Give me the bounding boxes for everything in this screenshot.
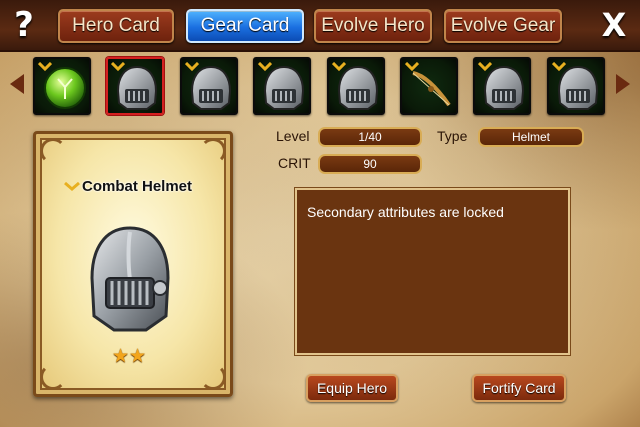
card-corner-ornament bbox=[200, 364, 226, 390]
crit-label: CRIT bbox=[278, 155, 311, 171]
chevron-icon bbox=[64, 182, 80, 192]
star-icon: ★ bbox=[112, 346, 130, 367]
gear-slot[interactable] bbox=[180, 57, 238, 115]
chevron-icon bbox=[38, 62, 52, 72]
star-rating: ★★ bbox=[112, 347, 146, 367]
tab-evolve-hero[interactable]: Evolve Hero bbox=[314, 9, 432, 43]
tab-evolve-gear[interactable]: Evolve Gear bbox=[444, 9, 562, 43]
scroll-right-arrow-icon[interactable] bbox=[616, 74, 630, 94]
type-value: Helmet bbox=[478, 127, 584, 147]
gear-slot[interactable] bbox=[473, 57, 531, 115]
card-name: Combat Helmet bbox=[82, 178, 193, 195]
gear-slot[interactable] bbox=[547, 57, 605, 115]
scroll-left-arrow-icon[interactable] bbox=[10, 74, 24, 94]
equip-hero-button[interactable]: Equip Hero bbox=[306, 374, 398, 402]
gear-slot[interactable] bbox=[106, 57, 164, 115]
helmet-icon bbox=[90, 226, 170, 332]
chevron-icon bbox=[111, 62, 125, 72]
level-label: Level bbox=[276, 128, 310, 144]
gear-card-screen: ? Hero Card Gear Card Evolve Hero Evolve… bbox=[0, 0, 640, 427]
fortify-card-button[interactable]: Fortify Card bbox=[472, 374, 566, 402]
secondary-attributes-panel: Secondary attributes are locked bbox=[295, 188, 570, 355]
tab-hero-card[interactable]: Hero Card bbox=[58, 9, 174, 43]
chevron-icon bbox=[332, 62, 346, 72]
star-icon: ★ bbox=[129, 346, 147, 367]
gear-card: Combat Helmet ★★ bbox=[33, 131, 233, 397]
level-value: 1/40 bbox=[318, 127, 422, 147]
card-corner-ornament bbox=[200, 138, 226, 164]
gear-slot[interactable] bbox=[33, 57, 91, 115]
chevron-icon bbox=[405, 62, 419, 72]
card-corner-ornament bbox=[40, 138, 66, 164]
close-button[interactable]: X bbox=[596, 6, 632, 44]
crit-value: 90 bbox=[318, 154, 422, 174]
card-title: Combat Helmet bbox=[64, 178, 224, 195]
chevron-icon bbox=[552, 62, 566, 72]
help-button[interactable]: ? bbox=[6, 6, 42, 44]
type-label: Type bbox=[437, 128, 468, 144]
secondary-attributes-text: Secondary attributes are locked bbox=[307, 204, 504, 220]
gear-slot[interactable] bbox=[400, 57, 458, 115]
top-bar: ? Hero Card Gear Card Evolve Hero Evolve… bbox=[0, 0, 640, 52]
chevron-icon bbox=[478, 62, 492, 72]
gear-slot[interactable] bbox=[253, 57, 311, 115]
gear-slot[interactable] bbox=[327, 57, 385, 115]
chevron-icon bbox=[258, 62, 272, 72]
tab-gear-card[interactable]: Gear Card bbox=[186, 9, 304, 43]
card-corner-ornament bbox=[40, 364, 66, 390]
chevron-icon bbox=[185, 62, 199, 72]
